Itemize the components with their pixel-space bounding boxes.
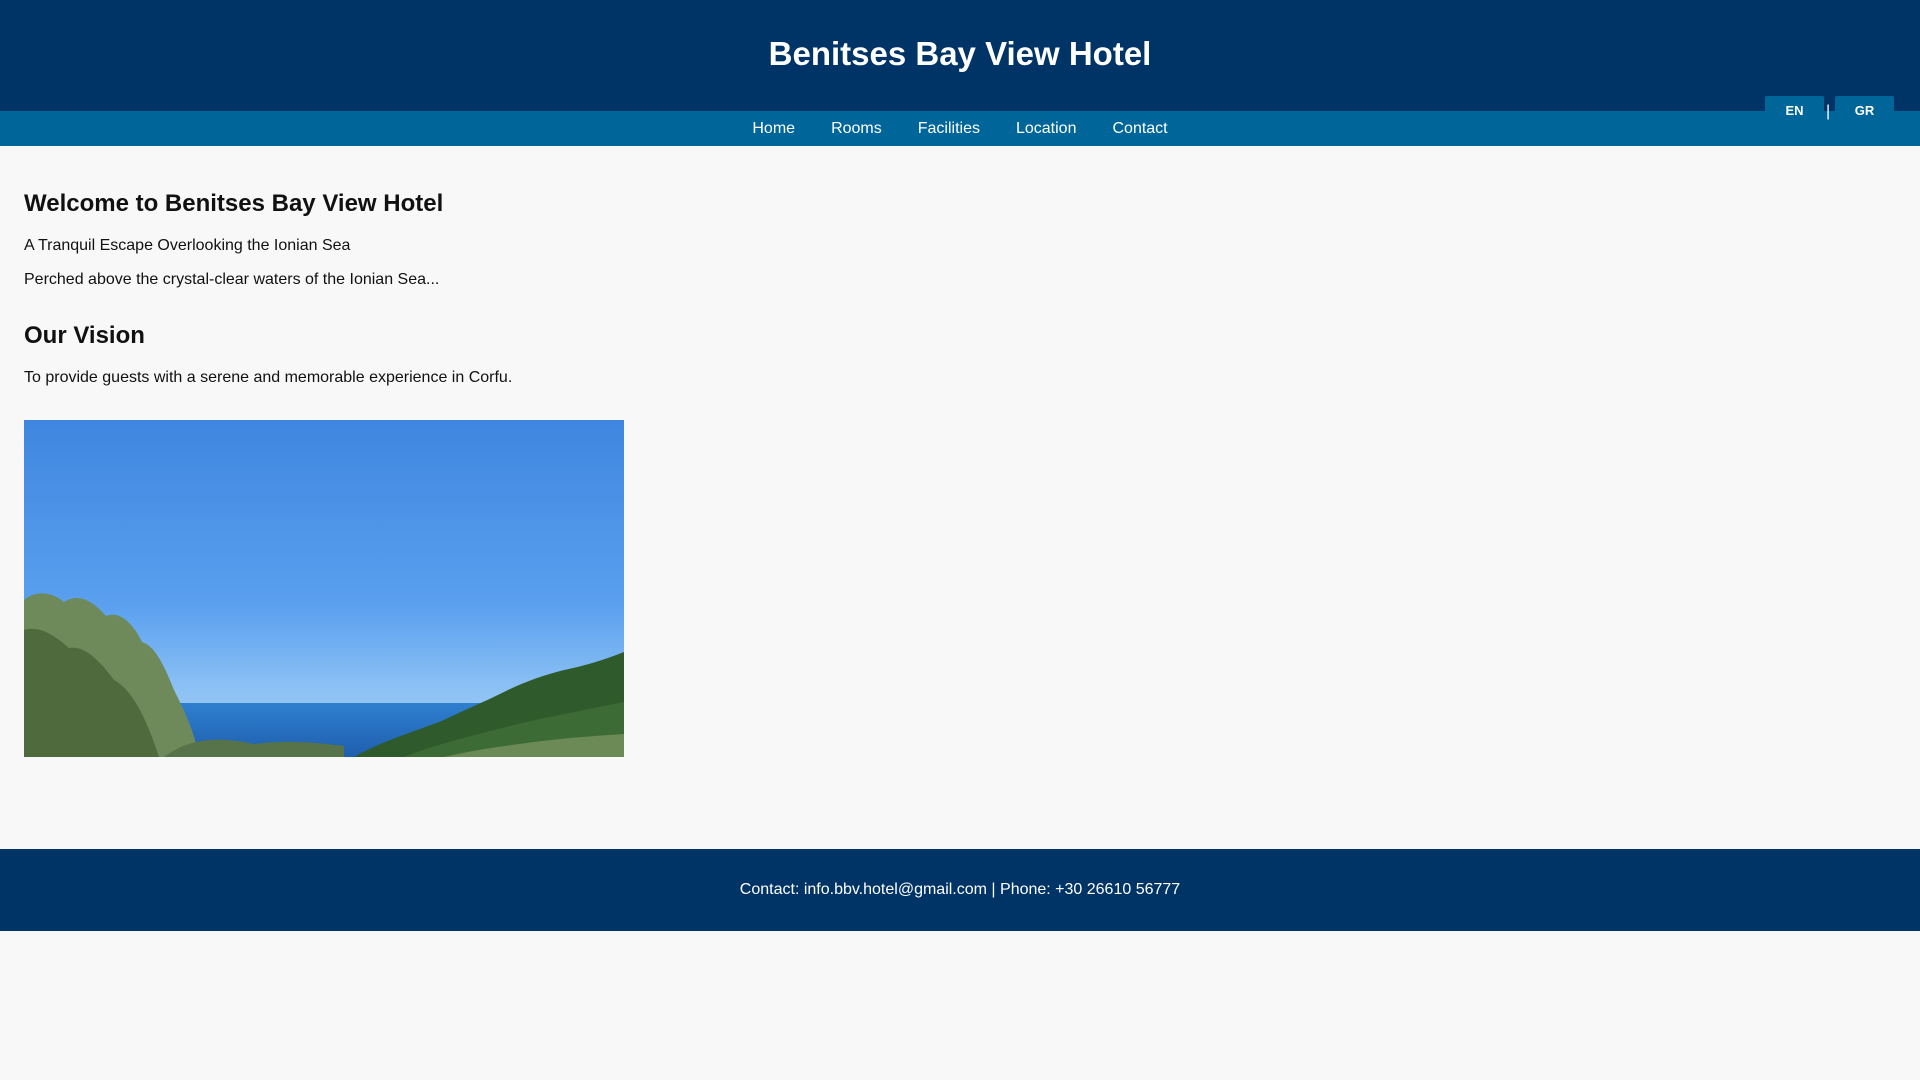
nav-item-rooms[interactable]: Rooms	[831, 120, 882, 138]
nav-items: Home Rooms Facilities Location Contact	[0, 111, 1920, 146]
site-footer: Contact: info.bbv.hotel@gmail.com | Phon…	[0, 849, 1920, 931]
site-title: Benitses Bay View Hotel	[768, 35, 1152, 72]
site-header: Benitses Bay View Hotel	[0, 0, 1920, 111]
nav-item-contact[interactable]: Contact	[1112, 120, 1167, 138]
main-nav: Home Rooms Facilities Location Contact	[0, 111, 1920, 146]
vision-heading: Our Vision	[24, 322, 145, 349]
welcome-heading: Welcome to Benitses Bay View Hotel	[24, 190, 444, 217]
nav-item-home[interactable]: Home	[752, 120, 795, 138]
language-en-button[interactable]: EN	[1765, 96, 1824, 124]
nav-item-location[interactable]: Location	[1016, 120, 1077, 138]
footer-contact: Contact: info.bbv.hotel@gmail.com | Phon…	[739, 881, 1181, 898]
language-separator: |	[1826, 103, 1831, 120]
vision-text: To provide guests with a serene and memo…	[24, 369, 513, 386]
tagline: A Tranquil Escape Overlooking the Ionian…	[24, 237, 351, 254]
language-gr-button[interactable]: GR	[1835, 96, 1894, 124]
intro-text: Perched above the crystal-clear waters o…	[24, 271, 440, 288]
nav-item-facilities[interactable]: Facilities	[918, 120, 980, 138]
sea-view-photo	[24, 420, 624, 757]
